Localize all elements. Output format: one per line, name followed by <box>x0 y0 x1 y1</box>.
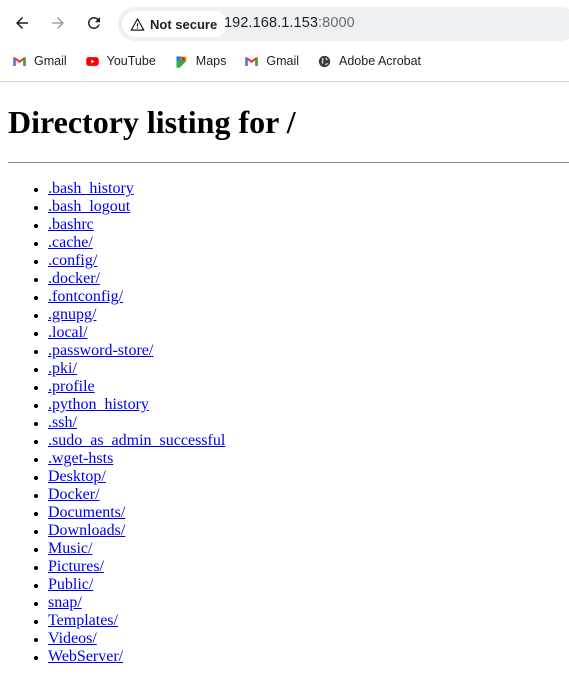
file-link[interactable]: .pki/ <box>48 360 77 377</box>
horizontal-rule <box>8 162 569 163</box>
gmail-icon <box>13 56 26 66</box>
file-link[interactable]: .local/ <box>48 324 88 341</box>
file-link[interactable]: .bash_history <box>48 180 134 197</box>
file-link[interactable]: .bash_logout <box>48 198 130 215</box>
list-item: .gnupg/ <box>48 306 569 324</box>
file-link[interactable]: Downloads/ <box>48 522 125 539</box>
list-item: Documents/ <box>48 504 569 522</box>
list-item: WebServer/ <box>48 648 569 666</box>
file-link[interactable]: Videos/ <box>48 630 97 647</box>
bookmark-adobe-acrobat[interactable]: Adobe Acrobat <box>317 48 429 74</box>
gmail-icon <box>245 56 259 66</box>
file-link[interactable]: .bashrc <box>48 216 94 233</box>
list-item: .fontconfig/ <box>48 288 569 306</box>
forward-button[interactable] <box>43 8 73 38</box>
security-chip[interactable]: Not secure <box>122 11 228 37</box>
bookmarks-bar: Gmail YouTube Maps Gmail Adobe Acrobat <box>0 48 569 74</box>
file-link[interactable]: Pictures/ <box>48 558 104 575</box>
browser-toolbar: Not secure 192.168.1.153:8000 <box>0 0 569 46</box>
bookmark-label: Maps <box>195 54 227 68</box>
list-item: .bash_history <box>48 180 569 198</box>
file-link[interactable]: snap/ <box>48 594 82 611</box>
maps-icon <box>176 56 187 68</box>
list-item: Pictures/ <box>48 558 569 576</box>
reload-icon <box>87 16 100 29</box>
file-link[interactable]: .sudo_as_admin_successful <box>48 432 225 449</box>
url-host: 192.168.1.153 <box>224 15 319 31</box>
file-link[interactable]: Music/ <box>48 540 92 557</box>
file-link[interactable]: Templates/ <box>48 612 118 629</box>
list-item: .local/ <box>48 324 569 342</box>
list-item: Public/ <box>48 576 569 594</box>
list-item: .ssh/ <box>48 414 569 432</box>
page-content: Directory listing for / .bash_history.ba… <box>8 82 569 666</box>
file-link[interactable]: Desktop/ <box>48 468 106 485</box>
bookmark-label: Gmail <box>34 54 67 68</box>
url-port: :8000 <box>318 15 355 31</box>
list-item: Docker/ <box>48 486 569 504</box>
list-item: Templates/ <box>48 612 569 630</box>
file-link[interactable]: .docker/ <box>48 270 100 287</box>
list-item: snap/ <box>48 594 569 612</box>
bookmark-label: YouTube <box>106 54 156 68</box>
youtube-icon <box>85 56 99 66</box>
bookmark-label: Adobe Acrobat <box>339 54 422 68</box>
list-item: .python_history <box>48 396 569 414</box>
warning-icon <box>130 17 145 31</box>
security-label: Not secure <box>150 16 218 32</box>
list-item: Music/ <box>48 540 569 558</box>
list-item: .wget-hsts <box>48 450 569 468</box>
list-item: .bash_logout <box>48 198 569 216</box>
file-link[interactable]: .python_history <box>48 396 149 413</box>
bookmark-youtube[interactable]: YouTube <box>85 48 164 74</box>
file-link[interactable]: .cache/ <box>48 234 93 251</box>
file-link[interactable]: .password-store/ <box>48 342 153 359</box>
file-link[interactable]: .profile <box>48 378 95 395</box>
back-arrow-icon <box>16 17 28 29</box>
address-bar[interactable]: Not secure 192.168.1.153:8000 <box>118 7 569 41</box>
file-link[interactable]: .wget-hsts <box>48 450 113 467</box>
list-item: .pki/ <box>48 360 569 378</box>
list-item: .password-store/ <box>48 342 569 360</box>
url-text[interactable]: 192.168.1.153:8000 <box>224 15 355 31</box>
bookmark-maps[interactable]: Maps <box>174 48 235 74</box>
file-link[interactable]: .ssh/ <box>48 414 77 431</box>
reload-button[interactable] <box>79 8 109 38</box>
list-item: .docker/ <box>48 270 569 288</box>
file-link[interactable]: Documents/ <box>48 504 125 521</box>
list-item: Downloads/ <box>48 522 569 540</box>
file-link[interactable]: .config/ <box>48 252 97 269</box>
bookmark-label: Gmail <box>266 54 300 68</box>
back-button[interactable] <box>7 8 37 38</box>
list-item: Desktop/ <box>48 468 569 486</box>
file-link[interactable]: .fontconfig/ <box>48 288 123 305</box>
list-item: .sudo_as_admin_successful <box>48 432 569 450</box>
list-item: Videos/ <box>48 630 569 648</box>
file-link[interactable]: Public/ <box>48 576 93 593</box>
list-item: .config/ <box>48 252 569 270</box>
file-link[interactable]: .gnupg/ <box>48 306 96 323</box>
bookmark-gmail[interactable]: Gmail <box>12 48 75 74</box>
list-item: .profile <box>48 378 569 396</box>
forward-arrow-icon <box>52 17 64 29</box>
page-title: Directory listing for / <box>8 104 296 140</box>
file-link[interactable]: WebServer/ <box>48 648 123 665</box>
list-item: .bashrc <box>48 216 569 234</box>
bookmark-gmail-2[interactable]: Gmail <box>244 48 307 74</box>
globe-icon <box>318 55 331 67</box>
directory-listing: .bash_history.bash_logout.bashrc.cache/.… <box>8 180 569 666</box>
file-link[interactable]: Docker/ <box>48 486 100 503</box>
list-item: .cache/ <box>48 234 569 252</box>
